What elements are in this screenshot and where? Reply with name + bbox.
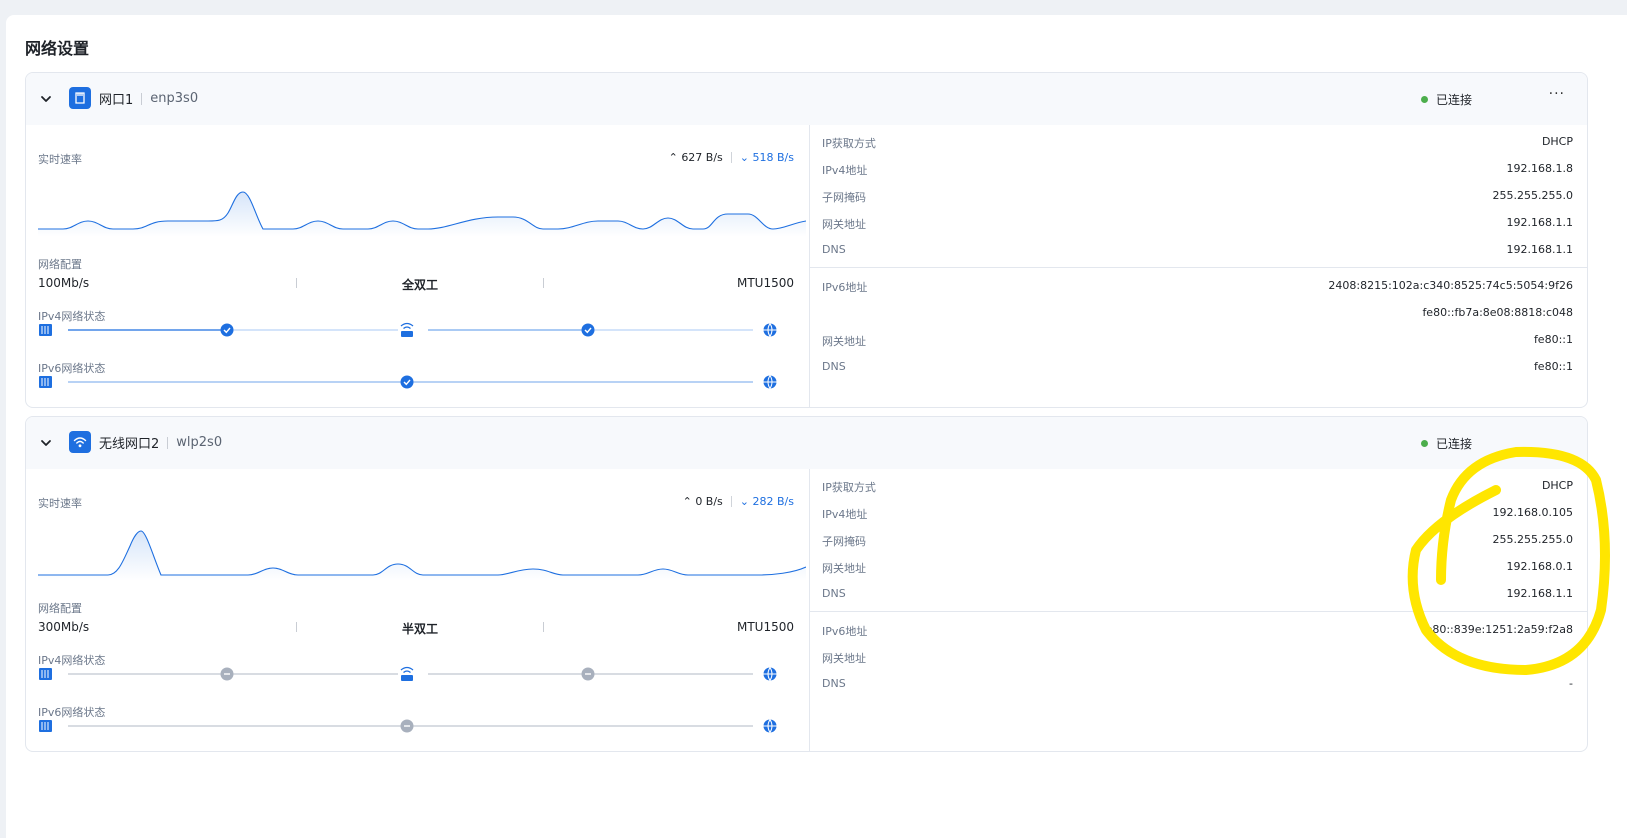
net-config-row: 100Mb/s 全双工 MTU1500 xyxy=(38,276,794,292)
network-settings-page: 网络设置 网口1 enp3s0 已连接 ··· 实时速率 ⌃ 627 B/s ⌄… xyxy=(6,15,1627,838)
kv-ipv6-gateway: 网关地址 fe80::1 xyxy=(822,333,1573,348)
duplex-mode: 半双工 xyxy=(402,622,439,636)
interface-card-header[interactable]: 无线网口2 wlp2s0 已连接 xyxy=(26,417,1587,469)
net-config-label: 网络配置 xyxy=(38,258,82,271)
idle-circle-icon xyxy=(581,667,595,681)
chevron-down-icon[interactable] xyxy=(39,92,53,106)
page-title: 网络设置 xyxy=(25,39,90,58)
ipv4-status-track xyxy=(39,322,777,337)
download-speed: ⌄ 282 B/s xyxy=(739,495,794,508)
status-dot-icon xyxy=(1421,96,1428,103)
status-badge: 已连接 xyxy=(1421,91,1472,108)
interface-card-2: 无线网口2 wlp2s0 已连接 实时速率 ⌃ 0 B/s ⌄ 282 B/s … xyxy=(25,416,1588,752)
interface-device: wlp2s0 xyxy=(176,435,223,450)
interface-card-1: 网口1 enp3s0 已连接 ··· 实时速率 ⌃ 627 B/s ⌄ 518 … xyxy=(25,72,1588,408)
kv-ipv6-dns: DNS - xyxy=(822,677,1573,690)
kv-ipv4: IPv4地址 192.168.1.8 xyxy=(822,162,1573,177)
check-circle-icon xyxy=(581,323,595,337)
check-circle-icon xyxy=(220,323,234,337)
upload-speed: ⌃ 627 B/s xyxy=(668,151,723,164)
ipv6-status-track xyxy=(39,719,777,733)
download-speed: ⌄ 518 B/s xyxy=(739,151,794,164)
realtime-rate-label: 实时速率 xyxy=(38,153,82,166)
globe-icon xyxy=(763,375,777,389)
speed-readout: ⌃ 0 B/s ⌄ 282 B/s xyxy=(683,495,794,508)
chevron-down-icon[interactable] xyxy=(39,436,53,450)
interface-device: enp3s0 xyxy=(150,91,199,106)
interface-name: 无线网口2 xyxy=(99,437,160,452)
kv-ipv6-gateway: 网关地址 - xyxy=(822,650,1573,665)
interface-card-header[interactable]: 网口1 enp3s0 已连接 ··· xyxy=(26,73,1587,125)
ipv4-status-track xyxy=(39,666,777,681)
mtu-value: MTU1500 xyxy=(736,276,794,290)
kv-ipv6: IPv6地址 2408:8215:102a:c340:8525:74c5:5054… xyxy=(822,279,1573,294)
interface-stats-panel: 实时速率 ⌃ 627 B/s ⌄ 518 B/s 网络配置 100Mb/s 全双… xyxy=(26,125,808,407)
computer-icon xyxy=(39,324,52,336)
kv-mask: 子网掩码 255.255.255.0 xyxy=(822,189,1573,204)
upload-speed: ⌃ 0 B/s xyxy=(682,495,723,508)
speed-readout: ⌃ 627 B/s ⌄ 518 B/s xyxy=(669,151,794,164)
duplex-mode: 全双工 xyxy=(402,278,439,292)
kv-ipv6: IPv6地址 fe80::839e:1251:2a59:f2a8 xyxy=(822,623,1573,638)
interface-name: 网口1 xyxy=(99,93,134,108)
kv-gateway: 网关地址 192.168.1.1 xyxy=(822,216,1573,231)
status-dot-icon xyxy=(1421,440,1428,447)
traffic-sparkline xyxy=(38,191,806,237)
kv-ipv6-2: fe80::fb7a:8e08:8818:c048 xyxy=(1422,306,1573,319)
router-icon xyxy=(400,322,414,337)
net-config-row: 300Mb/s 半双工 MTU1500 xyxy=(38,620,794,636)
mtu-value: MTU1500 xyxy=(736,620,794,634)
kv-gateway: 网关地址 192.168.0.1 xyxy=(822,560,1573,575)
status-badge: 已连接 xyxy=(1421,435,1472,452)
traffic-sparkline xyxy=(38,530,806,581)
globe-icon xyxy=(763,323,777,337)
link-speed: 100Mb/s xyxy=(38,276,90,290)
globe-icon xyxy=(763,719,777,733)
kv-ip-method: IP获取方式 DHCP xyxy=(822,135,1573,150)
check-circle-icon xyxy=(400,375,414,389)
link-speed: 300Mb/s xyxy=(38,620,90,634)
globe-icon xyxy=(763,667,777,681)
more-options-button[interactable]: ··· xyxy=(1549,86,1565,102)
kv-ip-method: IP获取方式 DHCP xyxy=(822,479,1573,494)
realtime-rate-label: 实时速率 xyxy=(38,497,82,510)
ip-details-panel: IP获取方式 DHCP IPv4地址 192.168.1.8 子网掩码 255.255… xyxy=(809,125,1587,407)
kv-mask: 子网掩码 255.255.255.0 xyxy=(822,533,1573,548)
status-text: 已连接 xyxy=(1436,93,1473,107)
ipv6-status-track xyxy=(39,375,777,389)
status-text: 已连接 xyxy=(1436,437,1473,451)
router-icon xyxy=(400,666,414,681)
idle-circle-icon xyxy=(220,667,234,681)
kv-ipv4: IPv4地址 192.168.0.105 xyxy=(822,506,1573,521)
kv-dns: DNS 192.168.1.1 xyxy=(822,243,1573,256)
interface-stats-panel: 实时速率 ⌃ 0 B/s ⌄ 282 B/s 网络配置 300Mb/s 半双工 … xyxy=(26,469,808,751)
idle-circle-icon xyxy=(400,719,414,733)
ethernet-port-icon xyxy=(69,87,91,109)
computer-icon xyxy=(39,720,52,732)
wifi-icon xyxy=(69,431,91,453)
kv-dns: DNS 192.168.1.1 xyxy=(822,587,1573,600)
computer-icon xyxy=(39,376,52,388)
ip-details-panel: IP获取方式 DHCP IPv4地址 192.168.0.105 子网掩码 255.2… xyxy=(809,469,1587,751)
kv-ipv6-dns: DNS fe80::1 xyxy=(822,360,1573,373)
computer-icon xyxy=(39,668,52,680)
net-config-label: 网络配置 xyxy=(38,602,82,615)
